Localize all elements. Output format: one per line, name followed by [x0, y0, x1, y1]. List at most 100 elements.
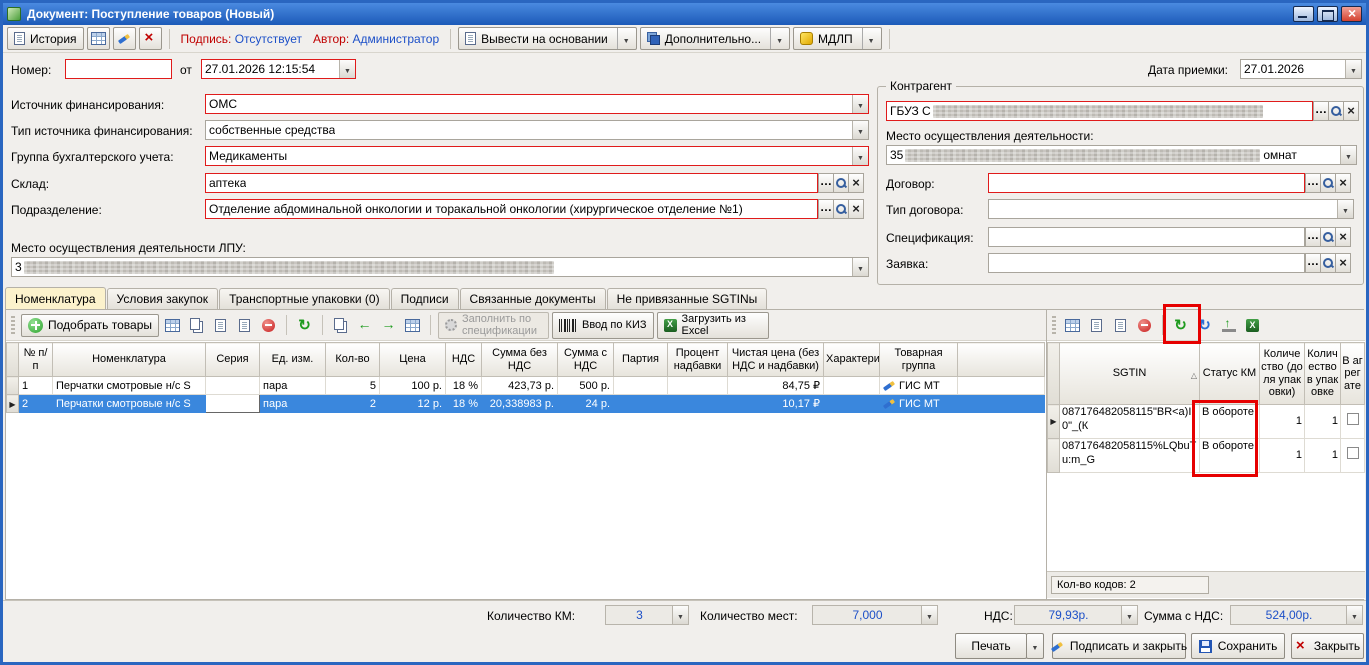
- excel-export-button[interactable]: [1242, 315, 1263, 336]
- export-row-button[interactable]: [1086, 315, 1107, 336]
- history-button[interactable]: История: [7, 27, 84, 50]
- col-header-sgtin[interactable]: SGTIN: [1060, 343, 1200, 405]
- copy-row-button[interactable]: [186, 315, 207, 336]
- col-header[interactable]: Номенклатура: [53, 343, 206, 377]
- search-button[interactable]: [1328, 101, 1344, 121]
- total-with-vat-select[interactable]: 524,00р.: [1230, 605, 1363, 625]
- save-button[interactable]: Сохранить: [1191, 633, 1285, 659]
- table-row[interactable]: 1 Перчатки смотровые н/с S пара 5 100 р.…: [7, 377, 1045, 395]
- funding-source-select[interactable]: ОМС: [205, 94, 869, 114]
- ellipsis-button[interactable]: [818, 199, 834, 219]
- warehouse-field[interactable]: аптека: [205, 173, 818, 193]
- grid-settings-button[interactable]: [162, 315, 183, 336]
- load-from-excel-button[interactable]: Загрузить из Excel: [657, 312, 769, 339]
- places-count-select[interactable]: 7,000: [812, 605, 938, 625]
- pick-goods-button[interactable]: Подобрать товары: [21, 314, 159, 337]
- lpu-place-select[interactable]: 3: [11, 257, 869, 277]
- status-cell[interactable]: В обороте: [1200, 439, 1260, 473]
- col-header-qty-share[interactable]: Количество (доля упаковки): [1260, 343, 1305, 405]
- search-button[interactable]: [833, 173, 849, 193]
- chevron-down-icon[interactable]: [862, 28, 875, 49]
- chevron-down-icon[interactable]: [1340, 146, 1356, 164]
- edit-grid-button[interactable]: [402, 315, 423, 336]
- contract-type-select[interactable]: [988, 199, 1354, 219]
- km-count-select[interactable]: 3: [605, 605, 689, 625]
- aggregate-checkbox[interactable]: [1347, 413, 1359, 425]
- chevron-down-icon[interactable]: [1121, 606, 1137, 624]
- col-header[interactable]: Серия: [206, 343, 260, 377]
- col-header[interactable]: Сумма с НДС: [558, 343, 614, 377]
- number-input[interactable]: [65, 59, 172, 79]
- tab-nomenclature[interactable]: Номенклатура: [5, 287, 106, 310]
- datetime-select[interactable]: 27.01.2026 12:15:54: [201, 59, 356, 79]
- exchange-button[interactable]: [330, 315, 351, 336]
- clear-button[interactable]: [1335, 227, 1351, 247]
- kiz-input-button[interactable]: Ввод по КИЗ: [552, 312, 654, 339]
- table-row-selected[interactable]: 2 Перчатки смотровые н/с S пара 2 12 р. …: [7, 395, 1045, 413]
- remove-sign-button[interactable]: [139, 27, 162, 50]
- col-header-status[interactable]: Статус КМ: [1200, 343, 1260, 405]
- chevron-down-icon[interactable]: [1346, 606, 1362, 624]
- maximize-button[interactable]: [1317, 6, 1338, 22]
- ellipsis-button[interactable]: [818, 173, 834, 193]
- grid-settings-button[interactable]: [1062, 315, 1083, 336]
- col-header-aggregate[interactable]: В агрегате: [1341, 343, 1365, 405]
- acceptance-date-select[interactable]: 27.01.2026: [1240, 59, 1362, 79]
- col-header[interactable]: Товарная группа: [880, 343, 958, 377]
- create-based-on-button[interactable]: Вывести на основании: [458, 27, 637, 50]
- minimize-button[interactable]: [1293, 6, 1314, 22]
- delete-row-button[interactable]: [258, 315, 279, 336]
- sgtin-row[interactable]: 087176482058115"BR<a)I0"_(К В обороте 1 …: [1048, 405, 1365, 439]
- chevron-down-icon[interactable]: [852, 95, 868, 113]
- clear-button[interactable]: [848, 199, 864, 219]
- specification-field[interactable]: [988, 227, 1305, 247]
- tab-transport-packages[interactable]: Транспортные упаковки (0): [219, 288, 390, 310]
- search-button[interactable]: [1320, 227, 1336, 247]
- upload-codes-button[interactable]: [1218, 315, 1239, 336]
- chevron-down-icon[interactable]: [672, 606, 688, 624]
- col-header[interactable]: Характеристика: [824, 343, 880, 377]
- tab-unlinked-sgtins[interactable]: Не привязанные SGTINы: [607, 288, 768, 310]
- additional-button[interactable]: Дополнительно...: [640, 27, 790, 50]
- sign-button[interactable]: [113, 27, 136, 50]
- toolbar-grip[interactable]: [11, 316, 15, 334]
- export-row-button[interactable]: [210, 315, 231, 336]
- import-row-button[interactable]: [1110, 315, 1131, 336]
- accounting-group-select[interactable]: Медикаменты: [205, 146, 869, 166]
- chevron-down-icon[interactable]: [852, 258, 868, 276]
- series-edit-cell[interactable]: [206, 395, 260, 413]
- aggregate-checkbox[interactable]: [1347, 447, 1359, 459]
- col-header[interactable]: Партия: [614, 343, 668, 377]
- mdlp-button[interactable]: МДЛП: [793, 27, 882, 50]
- funding-type-select[interactable]: собственные средства: [205, 120, 869, 140]
- sgtin-row[interactable]: 087176482058115%LQbuTu:m_G В обороте 1 1: [1048, 439, 1365, 473]
- col-header-qty-pack[interactable]: Количество в упаковке: [1305, 343, 1341, 405]
- search-button[interactable]: [833, 199, 849, 219]
- chevron-down-icon[interactable]: [617, 28, 630, 49]
- tab-purchase-terms[interactable]: Условия закупок: [107, 288, 219, 310]
- sign-and-close-button[interactable]: Подписать и закрыть: [1052, 633, 1186, 659]
- refresh-button[interactable]: [1170, 315, 1191, 336]
- ellipsis-button[interactable]: [1305, 253, 1321, 273]
- col-header[interactable]: № п/п: [19, 343, 53, 377]
- delete-row-button[interactable]: [1134, 315, 1155, 336]
- grid-settings-button[interactable]: [87, 27, 110, 50]
- col-header[interactable]: Чистая цена (без НДС и надбавки): [728, 343, 824, 377]
- chevron-down-icon[interactable]: [770, 28, 783, 49]
- col-header[interactable]: Сумма без НДС: [482, 343, 558, 377]
- ellipsis-button[interactable]: [1313, 101, 1329, 121]
- ellipsis-button[interactable]: [1305, 173, 1321, 193]
- clear-button[interactable]: [1335, 253, 1351, 273]
- col-header[interactable]: НДС: [446, 343, 482, 377]
- refresh-codes-button[interactable]: [1194, 315, 1215, 336]
- ellipsis-button[interactable]: [1305, 227, 1321, 247]
- contract-field[interactable]: [988, 173, 1305, 193]
- counterparty-place-select[interactable]: 35 омнат: [886, 145, 1357, 165]
- tab-signatures[interactable]: Подписи: [391, 288, 459, 310]
- chevron-down-icon[interactable]: [921, 606, 937, 624]
- search-button[interactable]: [1320, 173, 1336, 193]
- close-document-button[interactable]: Закрыть: [1291, 633, 1364, 659]
- vat-select[interactable]: 79,93р.: [1014, 605, 1138, 625]
- clear-button[interactable]: [1343, 101, 1359, 121]
- refresh-button[interactable]: [294, 315, 315, 336]
